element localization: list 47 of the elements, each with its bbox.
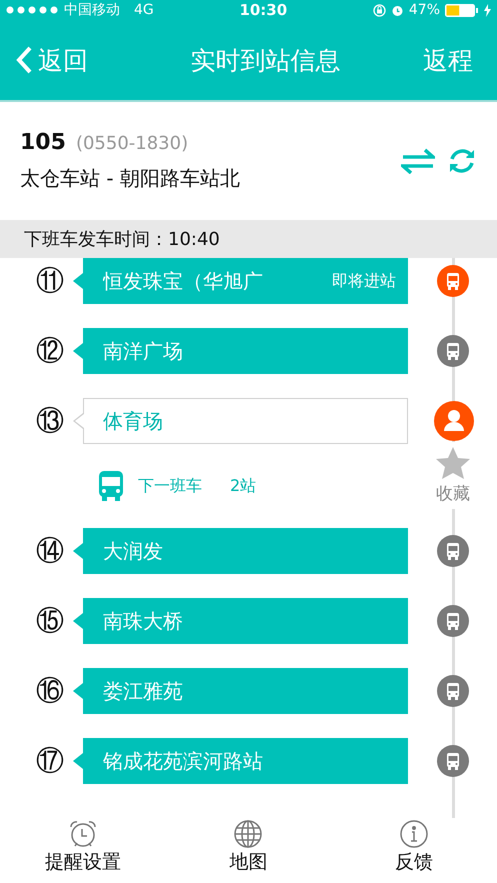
tab-bar-item[interactable]: 提醒设置: [22, 819, 143, 875]
next-bus-label: 下一班车: [138, 476, 202, 496]
chevron-left-icon: [14, 45, 34, 75]
station-item[interactable]: 体育场: [73, 398, 408, 444]
service-hours: (0550-1830): [76, 133, 188, 154]
network-type: 4G: [134, 2, 154, 18]
back-button[interactable]: 返回: [14, 44, 88, 76]
star-icon: [435, 446, 471, 480]
stop-number: ⑬: [35, 403, 65, 439]
arriving-bus-icon: [437, 265, 469, 297]
stop-number: ⑪: [35, 263, 65, 299]
stop-number: ⑭: [35, 533, 65, 569]
bus-icon: [437, 745, 469, 777]
bus-icon: [437, 605, 469, 637]
bus-icon: [437, 535, 469, 567]
bus-icon: [98, 470, 124, 502]
station-item[interactable]: 娄江雅苑: [73, 668, 408, 714]
return-trip-button[interactable]: 返程: [413, 44, 483, 76]
battery-percent: 47%: [408, 2, 440, 18]
globe-icon: [233, 819, 264, 849]
bus-icon: [437, 675, 469, 707]
tab-bar-item[interactable]: 反馈: [354, 819, 474, 875]
stops-away: 2站: [230, 476, 256, 496]
page-title: 实时到站信息: [190, 44, 342, 76]
stop-number: ⑰: [35, 743, 65, 779]
person-icon: [434, 401, 474, 441]
battery-icon: [445, 4, 479, 16]
station-item[interactable]: 南洋广场: [73, 328, 408, 374]
next-departure-notice: 下班车发车时间：10:40: [0, 220, 497, 258]
route-number: 105: [20, 130, 66, 155]
info-icon: [399, 819, 430, 849]
bus-icon: [437, 335, 469, 367]
route-direction: 太仓车站 - 朝阳路车站北: [20, 165, 241, 192]
carrier-name: 中国移动: [64, 1, 120, 19]
status-time: 10:30: [238, 1, 288, 19]
swap-direction-icon[interactable]: [401, 148, 435, 174]
rotation-lock-icon: [372, 4, 386, 16]
alarm-icon: [390, 4, 404, 16]
station-item[interactable]: 南珠大桥: [73, 598, 408, 644]
station-item[interactable]: 大润发: [73, 528, 408, 574]
signal-icon: [6, 6, 58, 14]
stop-number: ⑫: [35, 333, 65, 369]
tab-bar-item[interactable]: 地图: [188, 819, 308, 875]
station-item[interactable]: 铭成花苑滨河路站: [73, 738, 408, 784]
stop-number: ⑯: [35, 673, 65, 709]
stop-number: ⑮: [35, 603, 65, 639]
charging-icon: [484, 4, 491, 16]
